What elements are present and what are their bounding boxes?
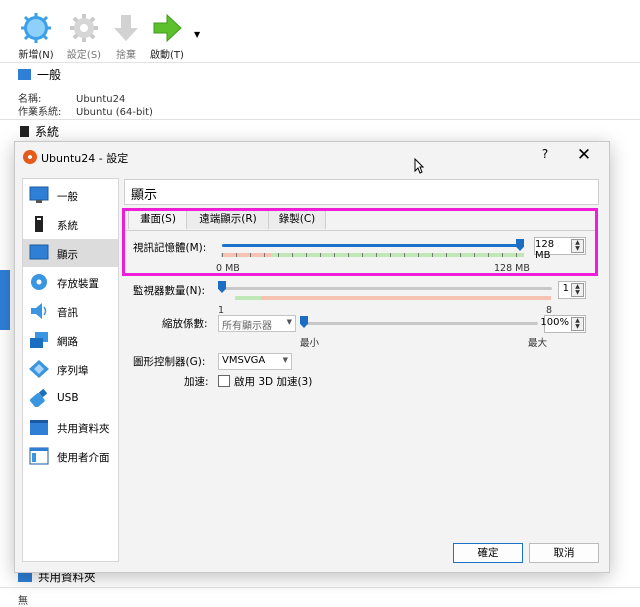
settings-gear-icon: [70, 14, 98, 42]
serial-port-icon: [29, 360, 49, 378]
ui-window-icon: [29, 447, 49, 465]
close-button[interactable]: ✕: [573, 145, 595, 165]
monitor-count-label: 監視器數量(N):: [133, 285, 206, 297]
scale-factor-spinbox[interactable]: 100% ▲ ▼: [540, 315, 586, 333]
graphics-controller-combo[interactable]: VMSVGA ▼: [218, 353, 292, 370]
scale-monitor-combo[interactable]: 所有顯示器 ▼: [218, 315, 296, 332]
chevron-down-icon: ▼: [286, 318, 292, 326]
new-button[interactable]: 新增(N): [14, 12, 58, 61]
usb-icon: [30, 389, 48, 407]
settings-button[interactable]: 設定(S): [62, 12, 106, 61]
sidebar-item-shared-folders[interactable]: 共用資料夾: [23, 413, 118, 441]
monitor-icon: [18, 69, 31, 80]
start-arrow-icon: [153, 13, 182, 43]
monitor-count-red-zone: [261, 296, 551, 300]
scale-factor-label: 縮放係數:: [162, 318, 208, 330]
settings-sidebar: 一般 系統 顯示 存放裝置 音訊 網路 序列埠 USB 共用資料夾 使用者介面: [22, 178, 119, 562]
cancel-button[interactable]: 取消: [529, 543, 599, 563]
shared-value: 無: [18, 596, 28, 607]
spin-arrows-icon[interactable]: ▲ ▼: [571, 283, 584, 297]
graphics-controller-label: 圖形控制器(G):: [133, 356, 206, 368]
monitor-icon: [29, 186, 49, 203]
manager-toolbar: 新增(N) 設定(S) 捨棄 啟動(T) ▼: [0, 0, 640, 62]
chip-icon: [20, 126, 29, 137]
sidebar-item-serial[interactable]: 序列埠: [23, 355, 118, 383]
monitor-count-slider-thumb[interactable]: [218, 281, 226, 293]
spin-arrows-icon[interactable]: ▲ ▼: [571, 317, 584, 331]
disk-icon: [31, 274, 47, 290]
dialog-title: Ubuntu24 - 設定: [41, 152, 129, 165]
network-icon: [30, 332, 48, 348]
system-section-heading: 系統: [18, 123, 59, 140]
sidebar-item-storage[interactable]: 存放裝置: [23, 268, 118, 296]
monitor-count-value: 1: [562, 283, 569, 294]
scale-factor-slider[interactable]: [304, 322, 538, 325]
settings-dialog: Ubuntu24 - 設定 ? ✕ 一般 系統 顯示 存放裝置 音訊 網路 序列…: [14, 141, 610, 573]
start-button[interactable]: 啟動(T): [145, 12, 189, 61]
enable-3d-checkbox[interactable]: [218, 375, 230, 387]
acceleration-label: 加速:: [184, 376, 209, 388]
enable-3d-label[interactable]: 啟用 3D 加速(3): [234, 374, 312, 389]
page-title: 顯示: [124, 179, 599, 205]
divider: [0, 119, 640, 120]
annotation-highlight-box: [122, 208, 598, 276]
start-label: 啟動(T): [150, 50, 184, 61]
virtualbox-app-icon: [23, 150, 37, 164]
monitor-count-spinbox[interactable]: 1 ▲ ▼: [558, 281, 586, 299]
new-icon: [21, 13, 51, 43]
divider: [0, 587, 640, 588]
scale-factor-slider-thumb[interactable]: [300, 316, 308, 328]
monitor-count-green-zone: [235, 296, 261, 300]
sidebar-item-system[interactable]: 系統: [23, 210, 118, 238]
display-icon: [29, 244, 49, 260]
new-label: 新增(N): [18, 50, 54, 61]
mouse-cursor-icon: [414, 158, 424, 174]
help-button[interactable]: ?: [535, 147, 555, 161]
ok-button[interactable]: 確定: [453, 543, 523, 563]
sidebar-item-general[interactable]: 一般: [23, 181, 118, 209]
sidebar-item-network[interactable]: 網路: [23, 326, 118, 354]
os-row: 作業系統: Ubuntu (64-bit): [18, 107, 153, 118]
dialog-titlebar[interactable]: Ubuntu24 - 設定 ? ✕: [15, 142, 609, 172]
speaker-icon: [31, 303, 47, 319]
selection-edge: [0, 270, 10, 330]
discard-button[interactable]: 捨棄: [104, 12, 148, 61]
scale-factor-min-label: 最小: [300, 338, 320, 349]
general-section-heading: 一般: [18, 66, 61, 83]
chip-icon: [35, 216, 43, 232]
discard-arrow-icon: [114, 15, 138, 41]
sidebar-item-display[interactable]: 顯示: [23, 239, 118, 267]
monitor-count-slider[interactable]: [222, 287, 552, 290]
start-dropdown-icon[interactable]: ▼: [194, 30, 200, 39]
scale-factor-max-label: 最大: [528, 338, 548, 349]
divider: [0, 62, 640, 63]
chevron-down-icon: ▼: [282, 356, 288, 364]
sidebar-item-user-interface[interactable]: 使用者介面: [23, 442, 118, 470]
settings-label: 設定(S): [66, 50, 102, 61]
sidebar-item-usb[interactable]: USB: [23, 384, 118, 412]
sidebar-item-audio[interactable]: 音訊: [23, 297, 118, 325]
scale-factor-value: 100%: [540, 317, 569, 328]
folder-icon: [30, 420, 48, 435]
discard-label: 捨棄: [116, 50, 136, 61]
